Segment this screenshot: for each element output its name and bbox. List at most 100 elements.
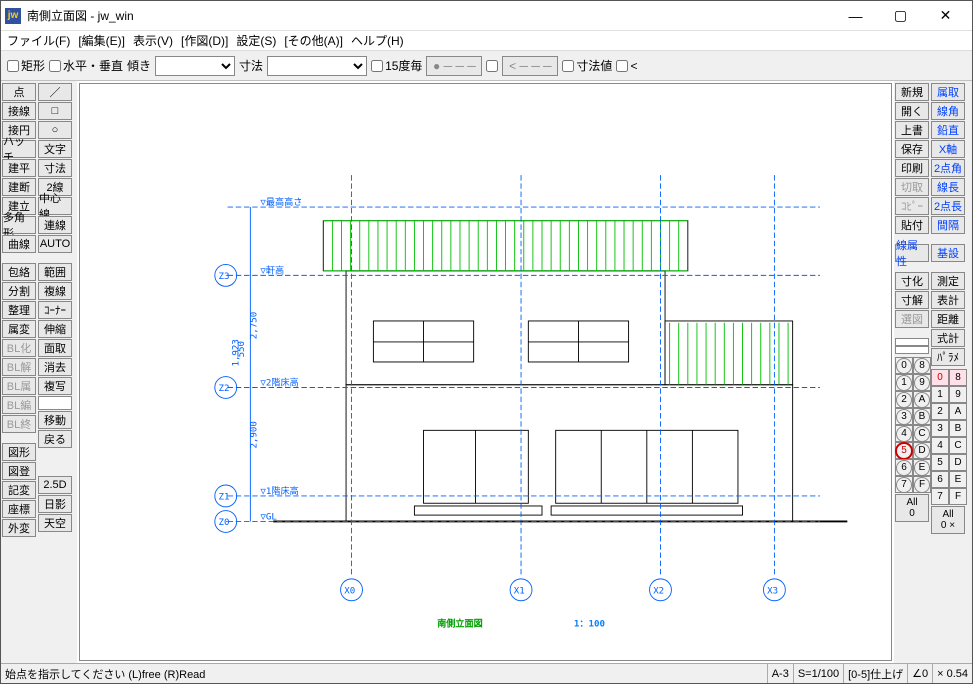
- tool-X軸[interactable]: X軸: [931, 140, 965, 158]
- layer-D[interactable]: D: [949, 454, 967, 471]
- layer-A[interactable]: A: [913, 391, 931, 408]
- dash-checkbox[interactable]: [486, 60, 498, 72]
- layer-F[interactable]: F: [949, 488, 967, 505]
- tool-面取[interactable]: 面取: [38, 339, 72, 357]
- tool-多角形[interactable]: 多角形: [2, 216, 36, 234]
- minimize-button[interactable]: —: [833, 2, 878, 30]
- status-zoom[interactable]: × 0.54: [932, 664, 972, 683]
- menu-other[interactable]: [その他(A)]: [284, 32, 343, 49]
- tool-基設[interactable]: 基設: [931, 244, 965, 262]
- tilt-select[interactable]: [155, 56, 235, 76]
- close-button[interactable]: ✕: [923, 2, 968, 30]
- tool-移動[interactable]: 移動: [38, 411, 72, 429]
- layer-4[interactable]: 4: [931, 437, 949, 454]
- tool-印刷[interactable]: 印刷: [895, 159, 929, 177]
- tool-建断[interactable]: 建断: [2, 178, 36, 196]
- menu-draw[interactable]: [作図(D)]: [181, 32, 228, 49]
- tool-測定[interactable]: 測定: [931, 272, 965, 290]
- layer-B[interactable]: B: [949, 420, 967, 437]
- layer-9[interactable]: 9: [949, 386, 967, 403]
- tool-包絡[interactable]: 包絡: [2, 263, 36, 281]
- tool-ｺｰﾅｰ[interactable]: ｺｰﾅｰ: [38, 301, 72, 319]
- menu-view[interactable]: 表示(V): [133, 32, 173, 49]
- tool-BL編[interactable]: BL編: [2, 396, 36, 414]
- layer-E[interactable]: E: [949, 471, 967, 488]
- tool-線長[interactable]: 線長: [931, 178, 965, 196]
- tool-連線[interactable]: 連線: [38, 216, 72, 234]
- layer-2[interactable]: 2: [895, 391, 913, 408]
- layer-6[interactable]: 6: [931, 471, 949, 488]
- tool-距離[interactable]: 距離: [931, 310, 965, 328]
- tool-BL化[interactable]: BL化: [2, 339, 36, 357]
- line-preview[interactable]: [895, 338, 931, 354]
- layer-3[interactable]: 3: [931, 420, 949, 437]
- tool-消去[interactable]: 消去: [38, 358, 72, 376]
- tool-新規[interactable]: 新規: [895, 83, 929, 101]
- layer-9[interactable]: 9: [913, 374, 931, 391]
- menu-help[interactable]: ヘルプ(H): [351, 32, 404, 49]
- tool-中心線[interactable]: 中心線: [38, 197, 72, 215]
- layer-F[interactable]: F: [913, 476, 931, 493]
- layer-7[interactable]: 7: [931, 488, 949, 505]
- tool-表計[interactable]: 表計: [931, 291, 965, 309]
- tool-整理[interactable]: 整理: [2, 301, 36, 319]
- tool-日影[interactable]: 日影: [38, 495, 72, 513]
- tool-上書[interactable]: 上書: [895, 121, 929, 139]
- tool-AUTO[interactable]: AUTO: [38, 235, 72, 253]
- layer-8[interactable]: 8: [913, 357, 931, 374]
- tool-文字[interactable]: 文字: [38, 140, 72, 158]
- tool-線角[interactable]: 線角: [931, 102, 965, 120]
- status-paper[interactable]: A-3: [767, 664, 793, 683]
- lt-checkbox[interactable]: <: [616, 59, 637, 73]
- menu-settings[interactable]: 設定(S): [236, 32, 276, 49]
- tool-寸法[interactable]: 寸法: [38, 159, 72, 177]
- tool-鉛直[interactable]: 鉛直: [931, 121, 965, 139]
- layer-1[interactable]: 1: [895, 374, 913, 391]
- tool-□[interactable]: □: [38, 102, 72, 120]
- layer-1[interactable]: 1: [931, 386, 949, 403]
- layer-all-right[interactable]: All0 ×: [931, 506, 965, 534]
- tool-図登[interactable]: 図登: [2, 462, 36, 480]
- drawing-canvas[interactable]: 550 2,900 1,923 2,750 ▽GL ▽1階床高 ▽2階床高 ▽軒…: [79, 83, 892, 661]
- tool-複線[interactable]: 複線: [38, 282, 72, 300]
- arrow-button[interactable]: < ─ ─ ─: [502, 56, 558, 76]
- layer-8[interactable]: 8: [949, 369, 967, 386]
- tool-寸化[interactable]: 寸化: [895, 272, 929, 290]
- layer-E[interactable]: E: [913, 459, 931, 476]
- tool-曲線[interactable]: 曲線: [2, 235, 36, 253]
- tool-属取[interactable]: 属取: [931, 83, 965, 101]
- layer-A[interactable]: A: [949, 403, 967, 420]
- tool-2点長[interactable]: 2点長: [931, 197, 965, 215]
- layer-7[interactable]: 7: [895, 476, 913, 493]
- line-color-swatch[interactable]: [38, 396, 72, 410]
- tool-天空[interactable]: 天空: [38, 514, 72, 532]
- tool-複写[interactable]: 複写: [38, 377, 72, 395]
- layer-6[interactable]: 6: [895, 459, 913, 476]
- tool-建平[interactable]: 建平: [2, 159, 36, 177]
- tool-BL解[interactable]: BL解: [2, 358, 36, 376]
- tool-選図[interactable]: 選図: [895, 310, 929, 328]
- rect-checkbox[interactable]: 矩形: [7, 57, 45, 74]
- status-angle[interactable]: ∠0: [907, 664, 932, 683]
- menu-edit[interactable]: [編集(E)]: [78, 32, 125, 49]
- menu-file[interactable]: ファイル(F): [7, 32, 70, 49]
- tool-分割[interactable]: 分割: [2, 282, 36, 300]
- tool-範囲[interactable]: 範囲: [38, 263, 72, 281]
- linestyle-button[interactable]: ● ─ ─ ─: [426, 56, 482, 76]
- tool-線属性[interactable]: 線属性: [895, 244, 929, 262]
- layer-2[interactable]: 2: [931, 403, 949, 420]
- layer-D[interactable]: D: [913, 442, 931, 459]
- tool-座標[interactable]: 座標: [2, 500, 36, 518]
- layer-4[interactable]: 4: [895, 425, 913, 442]
- tool-間隔[interactable]: 間隔: [931, 216, 965, 234]
- layer-3[interactable]: 3: [895, 408, 913, 425]
- tool-BL終[interactable]: BL終: [2, 415, 36, 433]
- tool-切取[interactable]: 切取: [895, 178, 929, 196]
- dimval-checkbox[interactable]: 寸法値: [562, 57, 612, 74]
- tool-戻る[interactable]: 戻る: [38, 430, 72, 448]
- status-scale[interactable]: S=1/100: [793, 664, 843, 683]
- tool-ｺﾋﾟｰ[interactable]: ｺﾋﾟｰ: [895, 197, 929, 215]
- tool-BL属[interactable]: BL属: [2, 377, 36, 395]
- tool-属変[interactable]: 属変: [2, 320, 36, 338]
- layer-all-left[interactable]: All0: [895, 494, 929, 522]
